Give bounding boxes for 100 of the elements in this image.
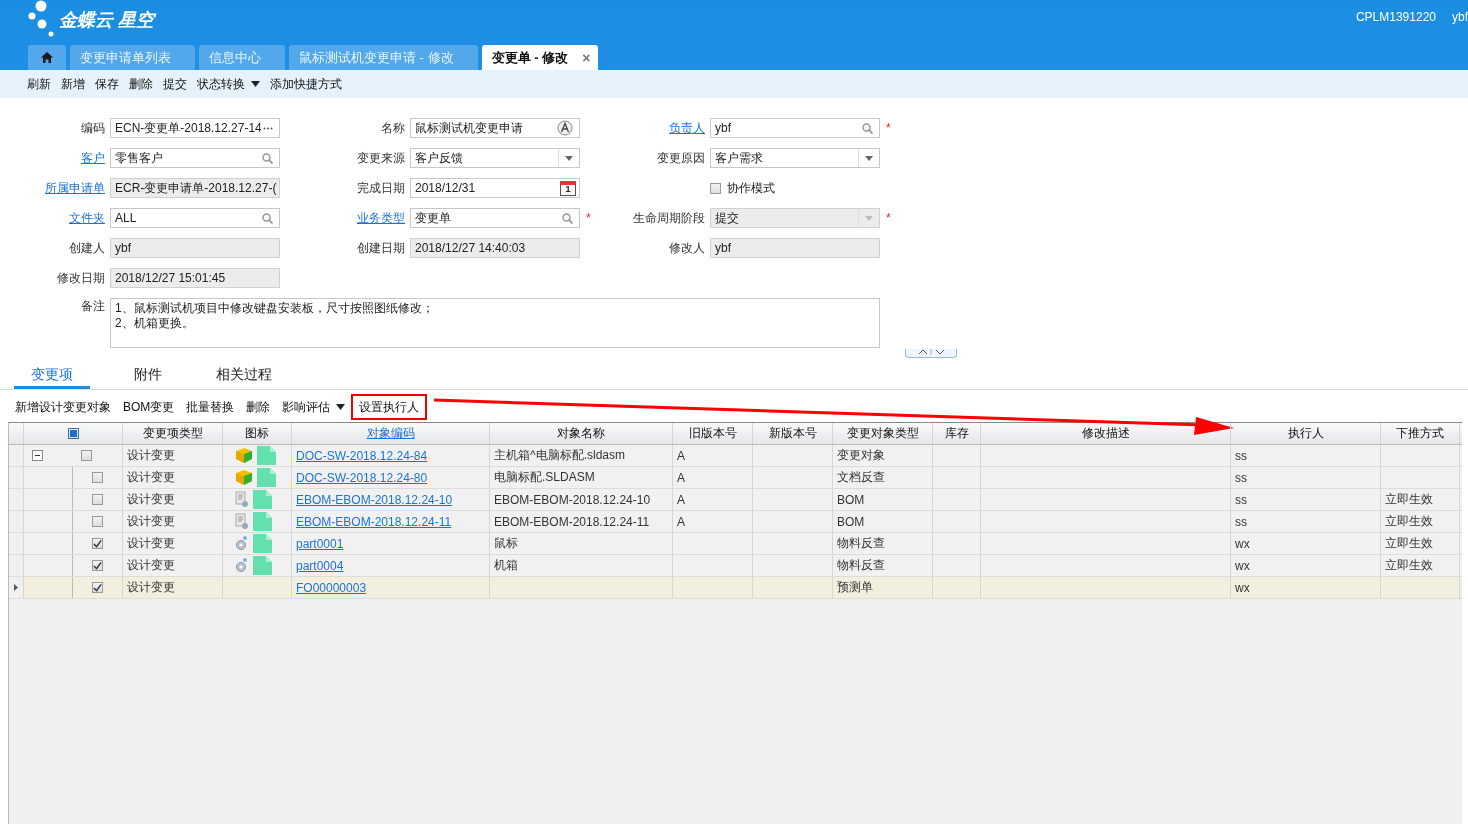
field-label: 修改日期	[56, 269, 105, 287]
toolbar-button[interactable]: 批量替换	[180, 396, 241, 418]
section-tab[interactable]: 变更项	[14, 366, 90, 389]
calendar-button[interactable]: 1	[560, 180, 576, 196]
toolbar-button[interactable]: 影响评估	[276, 396, 352, 418]
toolbar-button[interactable]: 新增	[56, 73, 90, 95]
table-cell: A	[677, 448, 685, 463]
section-tab[interactable]: 附件	[110, 366, 186, 389]
table-cell: EBOM-EBOM-2018.12.24-11	[494, 514, 650, 529]
toolbar-button[interactable]: BOM变更	[117, 396, 181, 418]
more-icon[interactable]	[263, 126, 273, 130]
input-field[interactable]: 变更单	[410, 208, 580, 228]
caret-icon[interactable]	[565, 155, 573, 161]
table-cell: 设计变更	[127, 491, 175, 508]
column-header[interactable]: 执行人	[1287, 425, 1324, 442]
table-cell: ss	[1235, 470, 1247, 485]
caret-icon[interactable]	[865, 155, 873, 161]
table-cell: 立即生效	[1385, 535, 1433, 552]
toolbar-button[interactable]: 提交	[158, 73, 192, 95]
object-code-link[interactable]: EBOM-EBOM-2018.12.24-10	[296, 492, 453, 507]
toolbar-button[interactable]: 添加快捷方式	[265, 73, 347, 95]
input-field[interactable]: ECN-变更单-2018.12.27-14	[110, 118, 280, 138]
toolbar-button[interactable]: 新增设计变更对象	[9, 396, 117, 418]
column-header[interactable]: 新版本号	[768, 425, 817, 442]
object-code-link[interactable]: part0001	[296, 536, 344, 551]
dropdown-field[interactable]: 客户反馈	[410, 148, 580, 168]
collapse-icon[interactable]	[32, 450, 43, 461]
checkbox-option[interactable]: 协作模式	[710, 179, 775, 197]
column-header[interactable]: 修改描述	[1081, 425, 1130, 442]
input-field[interactable]: ALL	[110, 208, 280, 228]
search-icon[interactable]	[262, 212, 273, 224]
row-checkbox[interactable]	[92, 538, 103, 549]
field-label: 修改人	[668, 239, 705, 257]
column-header[interactable]: 变更项类型	[142, 425, 203, 442]
column-header-link[interactable]: 对象编码	[366, 425, 415, 442]
table-row[interactable]: 设计变更 FO00000003 预测单 wx	[9, 577, 1462, 599]
table-row[interactable]: 设计变更 part0004 机箱 物料反查 wx 立即生效	[9, 555, 1462, 577]
dropdown-field[interactable]: 客户需求	[710, 148, 880, 168]
table-cell: 设计变更	[127, 535, 175, 552]
object-code-link[interactable]: part0004	[296, 558, 344, 573]
date-field[interactable]: 2018/12/31 1	[410, 178, 580, 198]
field-label-link[interactable]: 负责人	[600, 119, 705, 137]
table-row[interactable]: 设计变更 part0001 鼠标 物料反查 wx 立即生效	[9, 533, 1462, 555]
input-field[interactable]: ybf	[710, 118, 880, 138]
select-all-checkbox[interactable]	[67, 428, 79, 439]
column-header[interactable]: 旧版本号	[688, 425, 737, 442]
toolbar-button[interactable]: 设置执行人	[351, 394, 428, 420]
toolbar-button[interactable]: 删除	[240, 396, 277, 418]
toolbar-button[interactable]: 保存	[90, 73, 124, 95]
input-field[interactable]: 鼠标测试机变更申请	[410, 118, 580, 138]
home-tab[interactable]	[28, 45, 66, 70]
table-cell: 设计变更	[127, 513, 175, 530]
object-code-link[interactable]: FO00000003	[296, 580, 367, 595]
table-row[interactable]: 设计变更 EBOM-EBOM-2018.12.24-10 EBOM-EBOM-2018.12.24-10 A BOM ss 立即生效	[9, 489, 1462, 511]
object-code-link[interactable]: DOC-SW-2018.12.24-84	[296, 448, 428, 463]
row-checkbox[interactable]	[92, 494, 103, 505]
checkbox[interactable]	[710, 182, 721, 194]
table-cell: 立即生效	[1385, 557, 1433, 574]
column-header[interactable]: 图标	[245, 425, 269, 442]
field-label-link[interactable]: 客户	[0, 149, 105, 167]
account-id: CPLM1391220	[1355, 10, 1436, 24]
column-header[interactable]: 下推方式	[1396, 425, 1444, 442]
page-tab[interactable]: 变更单 - 修改 ×	[481, 45, 599, 70]
search-icon[interactable]	[262, 152, 273, 164]
remarks-textarea[interactable]: 1、鼠标测试机项目中修改键盘安装板，尺寸按照图纸修改； 2、机箱更换。	[110, 298, 880, 348]
object-code-link[interactable]: DOC-SW-2018.12.24-80	[296, 470, 428, 485]
caret-icon	[336, 404, 346, 410]
table-cell: A	[677, 514, 685, 529]
input-field[interactable]: 零售客户	[110, 148, 280, 168]
object-code-link[interactable]: EBOM-EBOM-2018.12.24-11	[296, 514, 452, 529]
table-row[interactable]: 设计变更 EBOM-EBOM-2018.12.24-11 EBOM-EBOM-2018.12.24-11 A BOM ss 立即生效	[9, 511, 1462, 533]
table-row[interactable]: 设计变更 DOC-SW-2018.12.24-80 电脑标配.SLDASM A 文档反查 ss	[9, 467, 1462, 489]
search-icon[interactable]	[862, 122, 873, 134]
toolbar-button[interactable]: 状态转换	[192, 73, 265, 95]
multilanguage-icon[interactable]	[557, 120, 573, 136]
table-cell: 设计变更	[127, 469, 175, 486]
table-cell: 鼠标	[494, 535, 518, 552]
field-label: 创建人	[68, 239, 105, 257]
row-checkbox[interactable]	[81, 450, 92, 461]
document-gear-icon	[235, 513, 249, 530]
table-cell: EBOM-EBOM-2018.12.24-10	[494, 492, 651, 507]
row-checkbox[interactable]	[92, 516, 103, 527]
table-cell: 设计变更	[127, 579, 175, 596]
row-checkbox[interactable]	[92, 472, 103, 483]
field-label-link[interactable]: 文件夹	[0, 209, 105, 227]
row-checkbox[interactable]	[92, 560, 103, 571]
search-icon[interactable]	[562, 212, 573, 224]
cube-icon	[235, 447, 253, 464]
close-icon[interactable]: ×	[582, 49, 591, 66]
collapse-toggle[interactable]	[905, 349, 957, 358]
table-row[interactable]: 设计变更 DOC-SW-2018.12.24-84 主机箱^电脑标配.sldasm A 变更对象 ss	[9, 445, 1462, 467]
column-header[interactable]: 对象名称	[557, 425, 605, 442]
column-header[interactable]: 库存	[944, 425, 969, 442]
section-tab[interactable]: 相关过程	[206, 366, 282, 389]
field-label: 变更来源	[356, 149, 405, 167]
row-checkbox[interactable]	[92, 582, 103, 593]
field-label-link[interactable]: 业务类型	[300, 209, 405, 227]
toolbar-button[interactable]: 刷新	[22, 73, 56, 95]
column-header[interactable]: 变更对象类型	[846, 425, 919, 442]
toolbar-button[interactable]: 删除	[124, 73, 158, 95]
